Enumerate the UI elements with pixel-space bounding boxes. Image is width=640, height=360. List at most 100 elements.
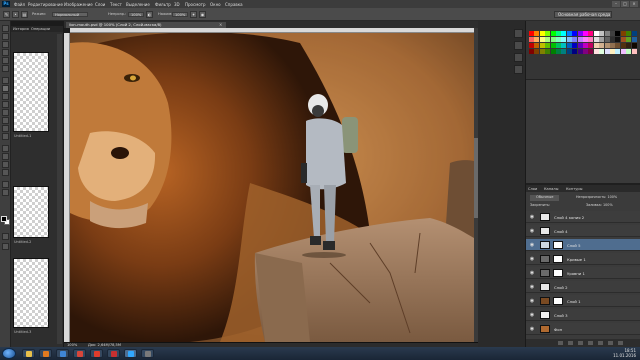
color-swatch[interactable] — [539, 31, 545, 36]
color-swatch[interactable] — [572, 31, 578, 36]
color-swatch[interactable] — [626, 37, 632, 42]
link-layers-icon[interactable] — [558, 341, 563, 345]
visibility-eye-icon[interactable]: ◉ — [529, 214, 535, 220]
menu-filter[interactable]: Фильтр — [155, 2, 171, 7]
color-swatch[interactable] — [610, 49, 615, 54]
color-swatch[interactable] — [631, 31, 637, 36]
color-swatch[interactable] — [561, 49, 567, 54]
taskbar-player-button[interactable] — [107, 349, 120, 358]
color-swatch[interactable] — [545, 31, 551, 36]
color-swatch[interactable] — [529, 31, 534, 36]
visibility-eye-icon[interactable]: ◉ — [529, 242, 535, 248]
color-swatch[interactable] — [545, 37, 551, 42]
color-swatch[interactable] — [604, 31, 610, 36]
color-swatch[interactable] — [631, 49, 637, 54]
color-swatch[interactable] — [615, 43, 621, 48]
color-swatch[interactable] — [550, 37, 556, 42]
layer-mask-thumbnail[interactable] — [553, 241, 563, 249]
tab-channels[interactable]: Каналы — [544, 187, 558, 191]
color-swatch[interactable] — [556, 43, 561, 48]
color-swatch[interactable] — [631, 37, 637, 42]
layer-row[interactable]: ◉ Слой 1 — [526, 295, 640, 307]
color-swatch[interactable] — [529, 37, 534, 42]
visibility-eye-icon[interactable]: ◉ — [529, 284, 535, 290]
visibility-eye-icon[interactable]: ◉ — [529, 256, 535, 262]
brush-size-icon[interactable]: • — [12, 11, 19, 18]
color-swatch[interactable] — [550, 49, 556, 54]
layer-row[interactable]: ◉ Слой 2 — [526, 281, 640, 293]
visibility-eye-icon[interactable]: ◉ — [529, 298, 535, 304]
eyedropper-tool-icon[interactable] — [2, 65, 9, 72]
layer-style-icon[interactable] — [568, 341, 573, 345]
color-swatch[interactable] — [539, 37, 545, 42]
zoom-tool-icon[interactable] — [2, 189, 9, 196]
document-canvas[interactable] — [70, 33, 474, 342]
layer-thumbnail[interactable] — [540, 269, 550, 277]
color-swatch[interactable] — [593, 43, 599, 48]
layer-mask-thumbnail[interactable] — [553, 255, 563, 263]
color-swatch[interactable] — [626, 43, 632, 48]
color-swatch[interactable] — [529, 49, 534, 54]
color-swatch[interactable] — [545, 43, 551, 48]
tab-actions[interactable]: Операции — [31, 27, 50, 31]
color-swatch[interactable] — [599, 49, 605, 54]
menu-type[interactable]: Текст — [110, 2, 122, 7]
add-mask-icon[interactable] — [578, 341, 583, 345]
brush-panel-icon[interactable]: ▤ — [21, 11, 28, 18]
layer-thumbnail[interactable] — [540, 227, 550, 235]
layer-thumbnail[interactable] — [540, 213, 550, 221]
healing-brush-tool-icon[interactable] — [2, 77, 9, 84]
layer-row[interactable]: ◉ Уровни 1 — [526, 267, 640, 279]
taskbar-chrome-button[interactable] — [73, 349, 86, 358]
color-swatch[interactable] — [566, 43, 572, 48]
layer-thumbnail[interactable] — [540, 241, 550, 249]
pressure-opacity-icon[interactable]: ◐ — [146, 11, 153, 18]
color-swatch[interactable] — [604, 37, 610, 42]
color-swatch[interactable] — [588, 43, 594, 48]
color-swatch[interactable] — [583, 49, 588, 54]
color-swatch[interactable] — [593, 31, 599, 36]
history-brush-tool-icon[interactable] — [2, 101, 9, 108]
visibility-eye-icon[interactable]: ◉ — [529, 228, 535, 234]
color-swatch[interactable] — [583, 37, 588, 42]
eraser-tool-icon[interactable] — [2, 109, 9, 116]
brush-tool-preset-icon[interactable]: ✎ — [3, 11, 10, 18]
color-swatch[interactable] — [534, 37, 540, 42]
dodge-tool-icon[interactable] — [2, 133, 9, 140]
menu-select[interactable]: Выделение — [126, 2, 150, 7]
taskbar-yandex-button[interactable] — [90, 349, 103, 358]
adjustments-panel-icon[interactable] — [514, 41, 523, 50]
color-swatch[interactable] — [529, 43, 534, 48]
color-swatch[interactable] — [577, 49, 583, 54]
history-scrollbar[interactable] — [57, 34, 62, 344]
menu-edit[interactable]: Редактирование — [28, 2, 63, 7]
color-swatch[interactable] — [610, 31, 615, 36]
layer-thumbnail[interactable] — [540, 283, 550, 291]
start-button[interactable] — [2, 348, 16, 359]
color-swatch[interactable] — [545, 49, 551, 54]
color-swatch[interactable] — [615, 49, 621, 54]
new-layer-icon[interactable] — [608, 341, 613, 345]
color-swatch[interactable] — [620, 49, 626, 54]
properties-panel-icon[interactable] — [514, 53, 523, 62]
history-snapshot-thumb[interactable] — [13, 258, 49, 328]
layer-mask-thumbnail[interactable] — [553, 297, 563, 305]
shape-tool-icon[interactable] — [2, 169, 9, 176]
color-swatch[interactable] — [620, 37, 626, 42]
maximize-button[interactable]: □ — [621, 1, 629, 7]
color-swatch[interactable] — [566, 37, 572, 42]
color-swatch[interactable] — [604, 43, 610, 48]
taskbar-paint-button[interactable] — [141, 349, 154, 358]
color-swatch[interactable] — [566, 31, 572, 36]
mode-dropdown[interactable]: Нормальный — [52, 12, 88, 17]
color-swatch[interactable] — [599, 37, 605, 42]
color-swatch[interactable] — [534, 43, 540, 48]
color-swatch[interactable] — [561, 31, 567, 36]
color-swatch[interactable] — [626, 49, 632, 54]
menu-file[interactable]: Файл — [14, 2, 25, 7]
color-swatch[interactable] — [604, 49, 610, 54]
info-panel-icon[interactable] — [514, 65, 523, 74]
color-panel-icon[interactable] — [514, 29, 523, 38]
brush-tool-icon[interactable] — [2, 85, 9, 92]
minimize-button[interactable]: – — [612, 1, 620, 7]
